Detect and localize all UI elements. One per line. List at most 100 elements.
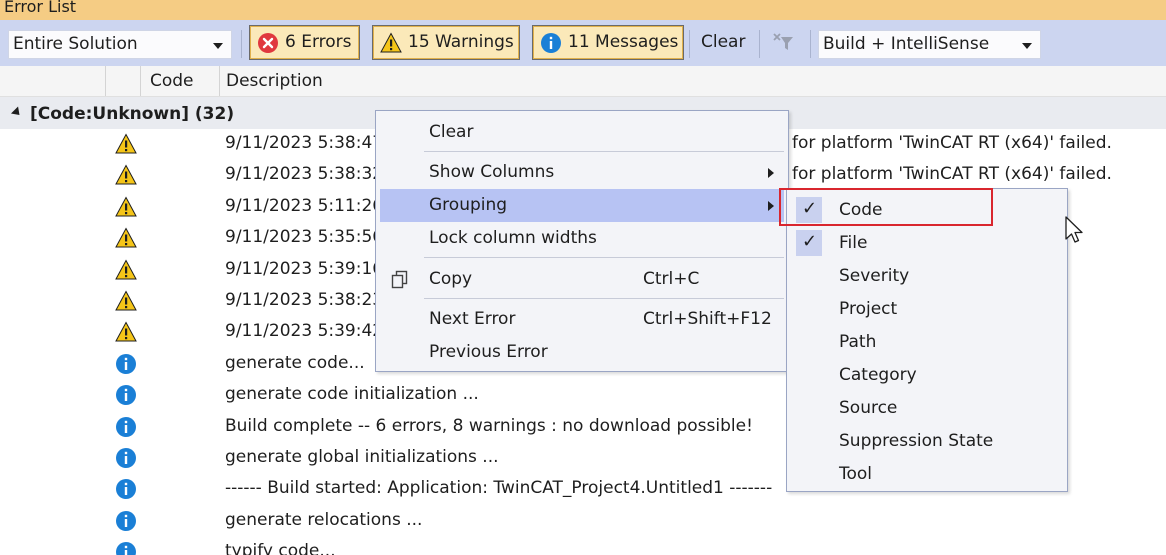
menu-item-clear[interactable]: Clear (380, 116, 784, 149)
warning-icon (115, 259, 137, 280)
column-header-code[interactable]: Code (150, 71, 194, 91)
scope-dropdown[interactable]: Entire Solution (8, 30, 232, 59)
menu-item-label: Next Error (429, 309, 516, 329)
column-divider[interactable] (140, 66, 141, 96)
table-row[interactable]: typify code... (0, 537, 1166, 555)
messages-count: 11 Messages (568, 32, 679, 52)
grouping-item-label: Severity (839, 266, 910, 286)
menu-item-previous-error[interactable]: Previous Error (380, 336, 784, 369)
row-description: 9/11/2023 5:11:26 (225, 195, 384, 216)
warning-icon (115, 321, 137, 342)
row-description: generate code initialization ... (225, 384, 479, 405)
grouping-item-label: Suppression State (839, 431, 994, 451)
column-header: Code Description (0, 66, 1166, 97)
filter-clear-icon (773, 33, 793, 50)
submenu-arrow-icon (768, 168, 774, 178)
row-description: 9/11/2023 5:38:47 (225, 133, 384, 153)
table-row[interactable]: generate relocations ... (0, 506, 1166, 537)
build-source-value: Build + IntelliSense (823, 34, 990, 54)
window-title: Error List (4, 0, 77, 16)
row-description: 9/11/2023 5:39:16 (225, 258, 384, 279)
row-description: 9/11/2023 5:35:56 (225, 227, 384, 248)
menu-item-label: Grouping (429, 195, 508, 215)
chevron-down-icon (213, 43, 223, 49)
info-icon (116, 448, 136, 468)
grouping-item-path[interactable]: Path (790, 326, 1066, 358)
chevron-down-icon (1022, 43, 1032, 49)
warning-icon (115, 133, 137, 154)
grouping-item-label: Path (839, 332, 877, 352)
scope-value: Entire Solution (13, 34, 138, 54)
grouping-item-severity[interactable]: Severity (790, 260, 1066, 292)
row-description: ------ Build started: Application: TwinC… (225, 478, 773, 499)
warnings-count: 15 Warnings (408, 32, 514, 52)
clear-label: Clear (701, 32, 746, 52)
menu-item-grouping[interactable]: Grouping (380, 189, 784, 222)
build-source-dropdown[interactable]: Build + IntelliSense (818, 30, 1041, 59)
grouping-item-label: Category (839, 365, 917, 385)
copy-icon (391, 270, 408, 289)
grouping-item-suppression-state[interactable]: Suppression State (790, 425, 1066, 457)
menu-item-label: Copy (429, 269, 473, 289)
menu-item-lock-column-widths[interactable]: Lock column widths (380, 222, 784, 255)
info-icon (116, 510, 136, 531)
info-icon (116, 416, 136, 437)
menu-item-label: Previous Error (429, 342, 548, 362)
grouping-submenu: ✓ Code ✓ File Severity Project Path Category Sou… (786, 188, 1068, 492)
highlight-callout-box (779, 188, 993, 226)
column-header-description[interactable]: Description (226, 71, 323, 91)
menu-item-label: Lock column widths (429, 228, 597, 248)
clear-button[interactable]: Clear (689, 27, 751, 57)
menu-separator (424, 298, 784, 299)
warning-icon (115, 290, 137, 311)
row-description: generate global initializations ... (225, 447, 499, 467)
menu-item-label: Clear (429, 122, 474, 142)
menu-separator (424, 151, 784, 152)
row-description: generate relocations ... (225, 509, 423, 530)
error-list-toolbar: Entire Solution 6 Errors 15 Warnings 11 … (0, 20, 1166, 66)
grouping-item-label: Tool (839, 464, 873, 484)
checkmark-icon: ✓ (796, 230, 822, 256)
column-divider[interactable] (219, 66, 220, 96)
info-icon (116, 385, 136, 406)
menu-item-show-columns[interactable]: Show Columns (380, 156, 784, 189)
warning-icon (380, 32, 402, 53)
toolbar-separator (810, 30, 811, 58)
submenu-arrow-icon (768, 201, 774, 211)
error-icon (258, 33, 278, 53)
toolbar-separator (241, 30, 242, 58)
group-label: [Code:Unknown] (32) (30, 104, 235, 124)
menu-item-shortcut: Ctrl+C (643, 269, 700, 289)
row-description-tail: for platform 'TwinCAT RT (x64)' failed. (792, 133, 1112, 153)
grouping-item-tool[interactable]: Tool (790, 458, 1066, 490)
grouping-item-label: Source (839, 398, 898, 418)
info-icon (116, 479, 136, 500)
row-description: Build complete -- 6 errors, 8 warnings :… (225, 415, 753, 436)
error-list-title-bar: Error List (0, 0, 1166, 20)
grouping-item-category[interactable]: Category (790, 359, 1066, 391)
row-description: 9/11/2023 5:39:42 (225, 321, 384, 342)
errors-filter-button[interactable]: 6 Errors (249, 25, 360, 60)
grouping-item-label: Project (839, 299, 898, 319)
row-description: generate code... (225, 352, 365, 373)
warning-icon (115, 164, 137, 185)
row-description: 9/11/2023 5:38:32 (225, 164, 384, 185)
context-menu: Clear Show Columns Grouping Lock column … (375, 110, 789, 372)
mouse-cursor-icon (1065, 216, 1083, 243)
grouping-item-file[interactable]: ✓ File (790, 227, 1066, 259)
menu-item-copy[interactable]: Copy Ctrl+C (380, 263, 784, 296)
collapse-triangle-icon[interactable] (10, 106, 24, 119)
column-divider[interactable] (105, 66, 106, 96)
warning-icon (115, 227, 137, 248)
messages-filter-button[interactable]: 11 Messages (532, 25, 684, 60)
errors-count: 6 Errors (285, 32, 352, 52)
info-icon (116, 542, 136, 555)
clear-filter-button[interactable] (766, 27, 802, 57)
grouping-item-source[interactable]: Source (790, 392, 1066, 424)
row-description: typify code... (225, 541, 336, 555)
menu-item-next-error[interactable]: Next Error Ctrl+Shift+F12 (380, 303, 784, 336)
warnings-filter-button[interactable]: 15 Warnings (372, 25, 520, 60)
row-description: 9/11/2023 5:38:23 (225, 290, 384, 310)
grouping-item-project[interactable]: Project (790, 293, 1066, 325)
menu-item-shortcut: Ctrl+Shift+F12 (643, 309, 772, 329)
